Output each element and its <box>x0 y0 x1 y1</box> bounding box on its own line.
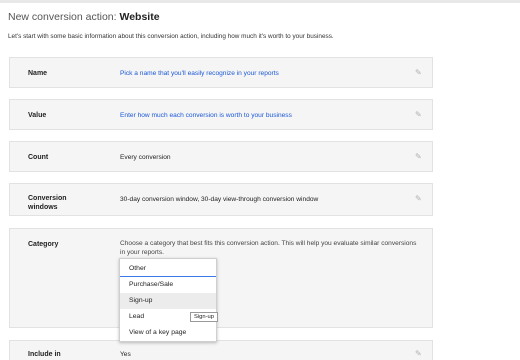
pencil-icon[interactable]: ✎ <box>415 153 423 161</box>
category-option-other[interactable]: Other <box>120 261 216 277</box>
page-title: New conversion action: Website <box>8 11 160 23</box>
include-in-row[interactable]: Include in Yes ✎ <box>9 340 433 360</box>
pencil-icon[interactable]: ✎ <box>415 69 423 77</box>
category-help-text: Choose a category that best fits this co… <box>120 240 417 256</box>
count-row[interactable]: Count Every conversion ✎ <box>9 141 433 172</box>
category-option-view-of-key-page[interactable]: View of a key page <box>120 325 216 341</box>
category-dropdown[interactable]: Other Purchase/Sale Sign-up Lead View of… <box>119 258 217 342</box>
conversion-windows-label-line2: windows <box>28 204 58 211</box>
pencil-icon[interactable]: ✎ <box>415 195 423 203</box>
include-in-value: Yes <box>120 351 131 358</box>
pencil-icon[interactable]: ✎ <box>415 111 423 119</box>
conversion-windows-row[interactable]: Conversion windows 30-day conversion win… <box>9 183 433 216</box>
intro-text: Let's start with some basic information … <box>8 33 334 40</box>
conversion-windows-label: Conversion windows <box>28 194 67 212</box>
name-row[interactable]: Name Pick a name that you'll easily reco… <box>9 57 433 88</box>
page-title-prefix: New conversion action: <box>8 11 120 23</box>
name-value[interactable]: Pick a name that you'll easily recognize… <box>120 69 279 78</box>
value-label: Value <box>28 112 47 119</box>
include-in-label: Include in <box>28 351 61 358</box>
count-label: Count <box>28 154 49 161</box>
page-title-strong: Website <box>119 11 160 23</box>
count-value: Every conversion <box>120 154 171 161</box>
conversion-windows-label-line1: Conversion <box>28 195 67 202</box>
conversion-windows-value: 30-day conversion window, 30-day view-th… <box>120 196 319 203</box>
category-option-sign-up[interactable]: Sign-up <box>120 293 216 309</box>
category-option-purchase-sale[interactable]: Purchase/Sale <box>120 277 216 293</box>
pencil-icon[interactable]: ✎ <box>415 350 423 358</box>
value-row[interactable]: Value Enter how much each conversion is … <box>9 99 433 130</box>
top-divider <box>0 0 520 3</box>
value-value[interactable]: Enter how much each conversion is worth … <box>120 111 292 120</box>
category-row: Category Choose a category that best fit… <box>9 228 433 328</box>
category-label: Category <box>28 241 59 248</box>
name-label: Name <box>28 70 48 77</box>
sign-up-tooltip: Sign-up <box>190 312 218 322</box>
